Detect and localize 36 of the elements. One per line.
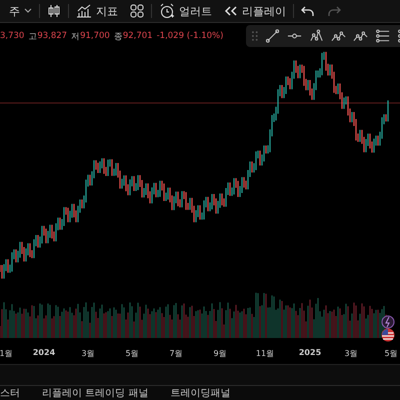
time-axis-label: 2025 bbox=[298, 348, 322, 357]
alert-button[interactable]: 얼러트 bbox=[154, 1, 217, 21]
chart-icon bbox=[76, 4, 92, 18]
panel-tab[interactable]: 스터 bbox=[0, 386, 24, 400]
panel-tab[interactable]: 트레이딩패널 bbox=[166, 386, 234, 400]
candles-icon bbox=[47, 4, 61, 18]
lightning-icon[interactable] bbox=[381, 315, 395, 329]
time-axis-label: 3월 bbox=[344, 348, 358, 359]
time-axis-label: 2024 bbox=[32, 348, 56, 357]
time-axis-label: 3월 bbox=[81, 348, 95, 359]
drag-handle-icon[interactable] bbox=[252, 31, 258, 41]
trend-line-icon[interactable] bbox=[264, 28, 280, 44]
alarm-clock-icon bbox=[159, 3, 175, 19]
legend-value: 저 91,700 bbox=[71, 31, 110, 43]
time-axis-label: 9월 bbox=[213, 348, 227, 359]
time-axis-label: 7월 bbox=[169, 348, 183, 359]
legend-value: 종92,701 bbox=[114, 31, 153, 43]
change-value: -1,029 (-1.10%) bbox=[156, 31, 224, 43]
grid-icon bbox=[130, 4, 144, 18]
time-axis-label: 5월 bbox=[125, 348, 139, 359]
legend-value: 3,730 bbox=[0, 31, 24, 43]
rewind-icon bbox=[224, 5, 238, 17]
indicators-button[interactable]: 지표 bbox=[71, 2, 123, 20]
time-axis-label: 1월 bbox=[0, 348, 13, 359]
interval-dropdown[interactable]: 주 bbox=[4, 2, 37, 20]
time-axis-label: 11월 bbox=[256, 348, 274, 359]
caret-icon bbox=[24, 8, 32, 14]
pattern-icon[interactable] bbox=[308, 28, 324, 44]
redo-icon bbox=[327, 5, 341, 17]
time-axis-label: 5월 bbox=[384, 348, 398, 359]
flag-icon[interactable] bbox=[381, 328, 395, 342]
undo-icon bbox=[301, 5, 315, 17]
replay-button[interactable]: 리플레이 bbox=[219, 2, 291, 20]
panel-tab[interactable]: 리플레이 트레이딩 패널 bbox=[38, 386, 152, 400]
legend-value: 고93,827 bbox=[28, 31, 68, 43]
parallel-lines-icon[interactable] bbox=[374, 28, 390, 44]
